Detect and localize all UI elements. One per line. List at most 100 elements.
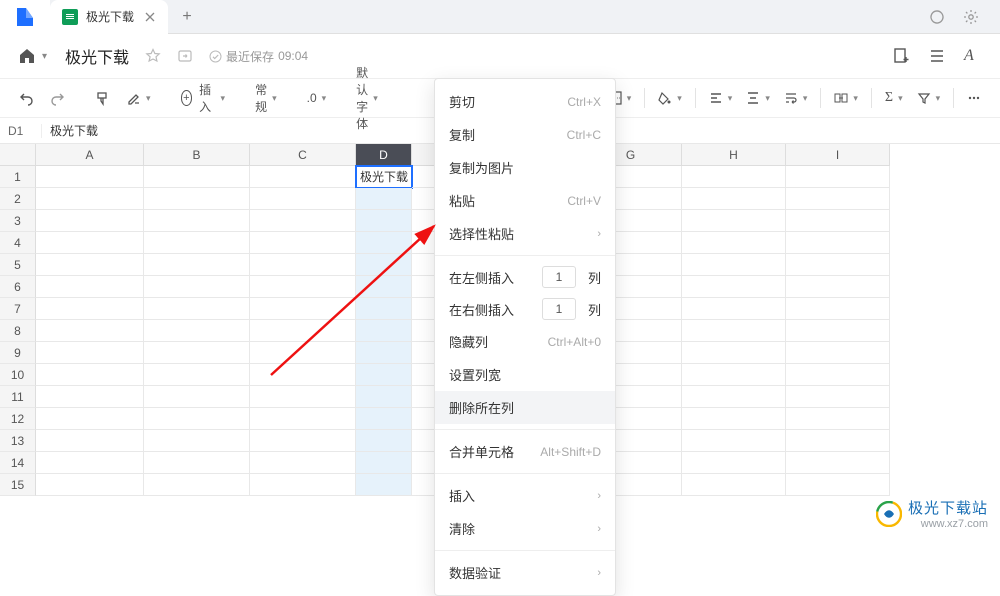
cell[interactable] bbox=[144, 408, 250, 430]
wrap-dropdown[interactable]: ▾ bbox=[779, 87, 813, 109]
cell[interactable] bbox=[144, 188, 250, 210]
cell[interactable] bbox=[786, 408, 890, 430]
menu-insert-right[interactable]: 在右侧插入 列 bbox=[435, 293, 615, 325]
cell[interactable] bbox=[356, 254, 412, 276]
menu-copy[interactable]: 复制Ctrl+C bbox=[435, 118, 615, 151]
cell[interactable] bbox=[786, 452, 890, 474]
cell[interactable] bbox=[250, 320, 356, 342]
cell[interactable] bbox=[144, 452, 250, 474]
cell[interactable] bbox=[786, 430, 890, 452]
column-header[interactable]: A bbox=[36, 144, 144, 166]
cell[interactable] bbox=[250, 386, 356, 408]
row-header[interactable]: 12 bbox=[0, 408, 36, 430]
cell[interactable] bbox=[356, 320, 412, 342]
cell[interactable] bbox=[250, 408, 356, 430]
cell[interactable] bbox=[250, 298, 356, 320]
menu-paste-special[interactable]: 选择性粘贴› bbox=[435, 217, 615, 250]
cell[interactable] bbox=[786, 320, 890, 342]
cell[interactable] bbox=[682, 276, 786, 298]
cell[interactable] bbox=[356, 232, 412, 254]
cell[interactable] bbox=[36, 386, 144, 408]
menu-paste[interactable]: 粘贴Ctrl+V bbox=[435, 184, 615, 217]
cell[interactable] bbox=[250, 188, 356, 210]
home-dropdown-icon[interactable]: ▾ bbox=[42, 51, 47, 62]
row-header[interactable]: 13 bbox=[0, 430, 36, 452]
cell[interactable] bbox=[682, 342, 786, 364]
menu-insert-left[interactable]: 在左侧插入 列 bbox=[435, 261, 615, 293]
cell[interactable] bbox=[786, 342, 890, 364]
redo-button[interactable] bbox=[45, 87, 70, 110]
cell[interactable] bbox=[250, 232, 356, 254]
menu-set-column-width[interactable]: 设置列宽 bbox=[435, 358, 615, 391]
cell[interactable] bbox=[144, 298, 250, 320]
cell[interactable] bbox=[682, 320, 786, 342]
cell[interactable] bbox=[356, 408, 412, 430]
cell[interactable] bbox=[36, 166, 144, 188]
row-header[interactable]: 9 bbox=[0, 342, 36, 364]
cell[interactable] bbox=[144, 474, 250, 496]
cell[interactable] bbox=[250, 276, 356, 298]
cell[interactable] bbox=[682, 408, 786, 430]
insert-dropdown[interactable]: +插入▾ bbox=[176, 77, 231, 119]
menu-copy-as-image[interactable]: 复制为图片 bbox=[435, 151, 615, 184]
cell[interactable] bbox=[250, 474, 356, 496]
decimal-dropdown[interactable]: .0▾ bbox=[302, 87, 332, 109]
menu-cut[interactable]: 剪切Ctrl+X bbox=[435, 85, 615, 118]
align-v-dropdown[interactable]: ▾ bbox=[741, 87, 775, 109]
cell[interactable] bbox=[36, 364, 144, 386]
cell[interactable] bbox=[144, 254, 250, 276]
cell[interactable] bbox=[36, 408, 144, 430]
cell[interactable] bbox=[682, 386, 786, 408]
row-header[interactable]: 11 bbox=[0, 386, 36, 408]
clear-format-button[interactable]: ▾ bbox=[121, 87, 156, 110]
row-header[interactable]: 10 bbox=[0, 364, 36, 386]
tab-active[interactable]: 极光下载 bbox=[50, 0, 168, 34]
cell[interactable] bbox=[144, 320, 250, 342]
column-header[interactable]: C bbox=[250, 144, 356, 166]
cell[interactable] bbox=[356, 276, 412, 298]
insert-right-count-input[interactable] bbox=[542, 298, 576, 320]
cell[interactable] bbox=[356, 188, 412, 210]
more-icon[interactable] bbox=[962, 87, 986, 109]
cell[interactable] bbox=[250, 452, 356, 474]
row-header[interactable]: 2 bbox=[0, 188, 36, 210]
cell[interactable] bbox=[682, 166, 786, 188]
cell[interactable] bbox=[682, 364, 786, 386]
star-icon[interactable] bbox=[145, 48, 161, 64]
cell[interactable] bbox=[36, 254, 144, 276]
cell[interactable] bbox=[36, 474, 144, 496]
cell[interactable] bbox=[36, 210, 144, 232]
cell[interactable] bbox=[682, 452, 786, 474]
cell[interactable] bbox=[356, 364, 412, 386]
row-header[interactable]: 15 bbox=[0, 474, 36, 496]
app-logo[interactable] bbox=[0, 0, 50, 34]
filter-dropdown[interactable]: ▾ bbox=[912, 87, 946, 109]
new-doc-icon[interactable] bbox=[892, 47, 910, 65]
new-tab-button[interactable]: + bbox=[174, 4, 200, 30]
cell[interactable] bbox=[356, 452, 412, 474]
column-header[interactable]: D bbox=[356, 144, 412, 166]
row-header[interactable]: 7 bbox=[0, 298, 36, 320]
cell[interactable] bbox=[36, 342, 144, 364]
cell[interactable] bbox=[250, 364, 356, 386]
column-header[interactable]: H bbox=[682, 144, 786, 166]
menu-insert-submenu[interactable]: 插入› bbox=[435, 479, 615, 512]
cell[interactable] bbox=[786, 474, 890, 496]
cell[interactable] bbox=[144, 430, 250, 452]
cell[interactable] bbox=[36, 298, 144, 320]
row-header[interactable]: 5 bbox=[0, 254, 36, 276]
settings-icon[interactable] bbox=[962, 8, 980, 26]
name-box[interactable]: D1 bbox=[0, 124, 42, 138]
insert-left-count-input[interactable] bbox=[542, 266, 576, 288]
cell[interactable] bbox=[786, 254, 890, 276]
cell[interactable] bbox=[682, 430, 786, 452]
cell[interactable] bbox=[356, 474, 412, 496]
cell[interactable] bbox=[144, 342, 250, 364]
cell[interactable] bbox=[36, 232, 144, 254]
cell[interactable] bbox=[250, 210, 356, 232]
cell[interactable] bbox=[786, 276, 890, 298]
cell[interactable] bbox=[36, 276, 144, 298]
cell[interactable] bbox=[786, 364, 890, 386]
menu-icon[interactable] bbox=[928, 47, 946, 65]
move-to-icon[interactable] bbox=[177, 48, 193, 64]
